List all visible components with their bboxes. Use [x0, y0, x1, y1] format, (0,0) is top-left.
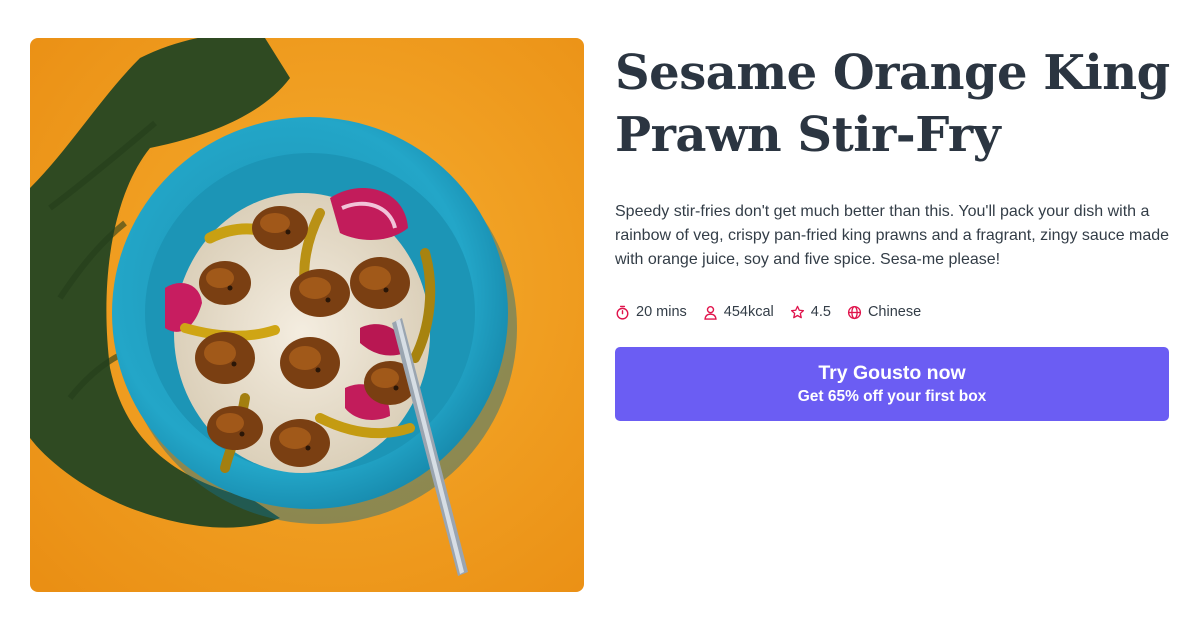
meta-time-value: 20 mins: [636, 304, 687, 320]
globe-icon: [847, 305, 862, 319]
meta-calories: 454kcal: [703, 304, 774, 320]
recipe-title: Sesame Orange King Prawn Stir-Fry: [615, 45, 1170, 163]
recipe-description: Speedy stir-fries don't get much better …: [615, 203, 1170, 268]
meta-cuisine: Chinese: [847, 304, 921, 320]
cta-subtitle: Get 65% off your first box: [797, 388, 987, 405]
try-gousto-button[interactable]: Try Gousto now Get 65% off your first bo…: [615, 347, 1169, 421]
star-icon: [790, 305, 804, 318]
person-icon: [704, 305, 717, 320]
meta-time: 20 mins: [615, 304, 687, 320]
meta-calories-value: 454kcal: [723, 304, 774, 320]
meta-cuisine-value: Chinese: [867, 304, 922, 320]
recipe-photo: [30, 38, 584, 592]
meta-rating-value: 4.5: [810, 304, 831, 320]
recipe-meta: 20 mins 454kcal 4.5 Chinese: [615, 304, 1170, 320]
cta-title: Try Gousto now: [818, 362, 966, 384]
recipe-details: Sesame Orange King Prawn Stir-Fry Speedy…: [615, 38, 1170, 421]
meta-rating: 4.5: [790, 304, 831, 320]
recipe-share-card: Sesame Orange King Prawn Stir-Fry Speedy…: [0, 0, 1200, 630]
stopwatch-icon: [616, 305, 629, 320]
